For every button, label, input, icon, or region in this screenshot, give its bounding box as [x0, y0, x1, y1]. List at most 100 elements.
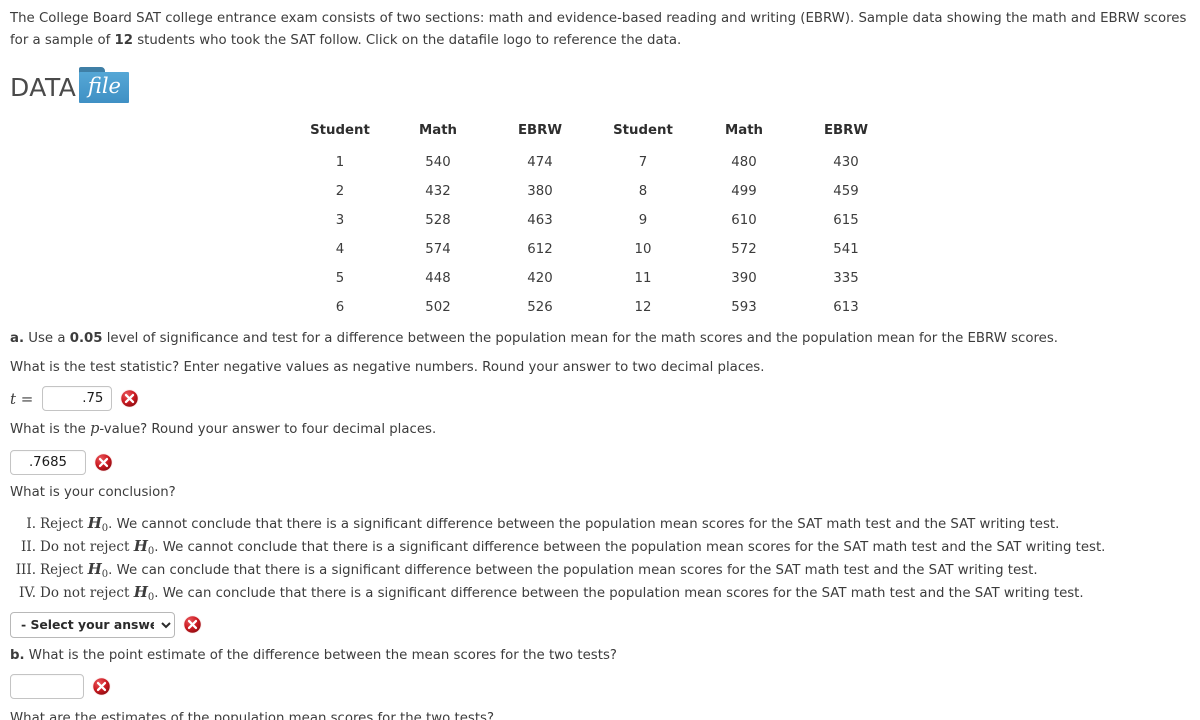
table-cell: 335	[833, 271, 859, 287]
conclusion-answer-row: - Select your answer - I II III IV	[10, 611, 1194, 638]
table-header-cell: Student	[613, 123, 673, 139]
part-a-label: a.	[10, 331, 25, 347]
table-cell: 3	[335, 213, 345, 229]
table-cell: 4	[335, 242, 345, 258]
folder-body: file	[79, 72, 130, 104]
table-cell: 499	[731, 184, 757, 200]
table-header-cell: Math	[724, 123, 764, 139]
table-cell: 474	[527, 155, 553, 171]
table-row: 3 528 463 9 610 615	[292, 205, 898, 234]
data-table-wrapper: Student Math EBRW Student Math EBRW 1 54…	[6, 117, 1194, 321]
p-variable: p	[90, 421, 100, 438]
option-text: Reject H0. We can conclude that there is…	[40, 558, 1038, 581]
test-statistic-question: What is the test statistic? Enter negati…	[10, 359, 765, 375]
option-numeral: I.	[26, 516, 36, 533]
table-header-cell: Math	[418, 123, 458, 139]
sat-scores-table: Student Math EBRW Student Math EBRW 1 54…	[292, 117, 898, 321]
option-numeral: III.	[15, 562, 36, 579]
table-row: 5 448 420 11 390 335	[292, 263, 898, 292]
table-row: 6 502 526 12 593 613	[292, 292, 898, 321]
table-header-cell: EBRW	[823, 123, 869, 139]
table-cell: 572	[731, 242, 757, 258]
table-cell: 613	[833, 300, 859, 316]
test-statistic-input[interactable]	[42, 386, 113, 412]
table-cell: 448	[425, 271, 451, 287]
h-null-symbol: H0	[87, 514, 109, 535]
table-cell: 6	[335, 300, 345, 316]
folder-label: file	[87, 74, 121, 99]
part-a-prompt-post: level of significance and test for a dif…	[102, 331, 1059, 347]
option-text: Do not reject H0. We cannot conclude tha…	[40, 535, 1105, 558]
table-cell: 420	[527, 271, 553, 287]
p-value-input[interactable]	[10, 449, 86, 475]
table-cell: 612	[527, 242, 553, 258]
intro-paragraph: The College Board SAT college entrance e…	[10, 8, 1194, 51]
table-cell: 380	[527, 184, 553, 200]
conclusion-option: II. Do not reject H0. We cannot conclude…	[6, 535, 1194, 558]
option-text: Reject H0. We cannot conclude that there…	[40, 512, 1059, 535]
table-cell: 12	[634, 300, 652, 316]
option-post: . We can conclude that there is a signif…	[154, 585, 1084, 601]
datafile-logo[interactable]: DATA file	[10, 67, 130, 104]
clipped-next-question: What are the estimates of the population…	[10, 711, 495, 720]
part-a-prompt: a. Use a 0.05 level of significance and …	[10, 328, 1194, 350]
part-b-prompt-text: What is the point estimate of the differ…	[24, 647, 617, 663]
test-statistic-answer-row: t =	[10, 386, 1194, 412]
folder-icon: file	[79, 67, 130, 104]
table-cell: 432	[425, 184, 451, 200]
table-cell: 528	[425, 213, 451, 229]
p-value-question-post: -value? Round your answer to four decima…	[99, 422, 437, 438]
option-post: . We cannot conclude that there is a sig…	[108, 517, 1060, 533]
table-row: 1 540 474 7 480 430	[292, 147, 898, 176]
table-cell: 8	[638, 184, 648, 200]
table-cell: 615	[833, 213, 859, 229]
table-cell: 610	[731, 213, 757, 229]
part-a-alpha: 0.05	[69, 331, 103, 347]
table-cell: 1	[335, 155, 345, 171]
option-pre: Reject	[40, 562, 88, 579]
datafile-word: DATA	[10, 73, 77, 103]
table-cell: 574	[425, 242, 451, 258]
red-x-icon	[120, 389, 140, 408]
table-cell: 463	[527, 213, 553, 229]
option-pre: Reject	[40, 516, 88, 533]
exercise-page: The College Board SAT college entrance e…	[0, 0, 1200, 720]
table-cell: 5	[335, 271, 345, 287]
red-x-icon	[183, 615, 202, 635]
option-pre: Do not reject	[40, 584, 134, 601]
table-cell: 459	[833, 184, 859, 200]
option-numeral: IV.	[18, 584, 36, 601]
table-cell: 480	[731, 155, 757, 171]
table-cell: 390	[731, 271, 757, 287]
option-post: . We can conclude that there is a signif…	[108, 563, 1038, 579]
option-text: Do not reject H0. We can conclude that t…	[40, 581, 1084, 604]
table-row: 2 432 380 8 499 459	[292, 176, 898, 205]
part-a-prompt-pre: Use a	[24, 331, 70, 347]
table-cell: 593	[731, 300, 757, 316]
intro-text-part2: students who took the SAT follow. Click …	[133, 32, 682, 48]
conclusion-select[interactable]: - Select your answer - I II III IV	[10, 611, 175, 638]
red-x-icon	[94, 452, 113, 472]
p-value-question: What is the p-value? Round your answer t…	[10, 418, 1194, 441]
table-cell: 541	[833, 242, 859, 258]
conclusion-question: What is your conclusion?	[10, 484, 176, 500]
intro-sample-size: 12	[114, 32, 134, 48]
table-cell: 540	[425, 155, 451, 171]
table-row: 4 574 612 10 572 541	[292, 234, 898, 263]
table-cell: 10	[634, 242, 652, 258]
h-null-symbol: H0	[133, 582, 155, 603]
table-cell: 430	[833, 155, 859, 171]
p-value-question-pre: What is the	[10, 422, 91, 438]
table-cell: 11	[634, 271, 652, 287]
conclusion-option: IV. Do not reject H0. We can conclude th…	[6, 581, 1194, 604]
p-value-answer-row	[10, 449, 1194, 475]
part-b-answer-row	[10, 674, 1194, 700]
table-cell: 2	[335, 184, 345, 200]
part-b-label: b.	[10, 647, 25, 663]
table-header-row: Student Math EBRW Student Math EBRW	[292, 117, 898, 147]
h-null-symbol: H0	[133, 537, 155, 558]
part-b-prompt: b. What is the point estimate of the dif…	[10, 645, 1194, 667]
point-estimate-input[interactable]	[10, 674, 84, 700]
option-post: . We cannot conclude that there is a sig…	[154, 540, 1106, 556]
t-label: t =	[10, 389, 34, 408]
